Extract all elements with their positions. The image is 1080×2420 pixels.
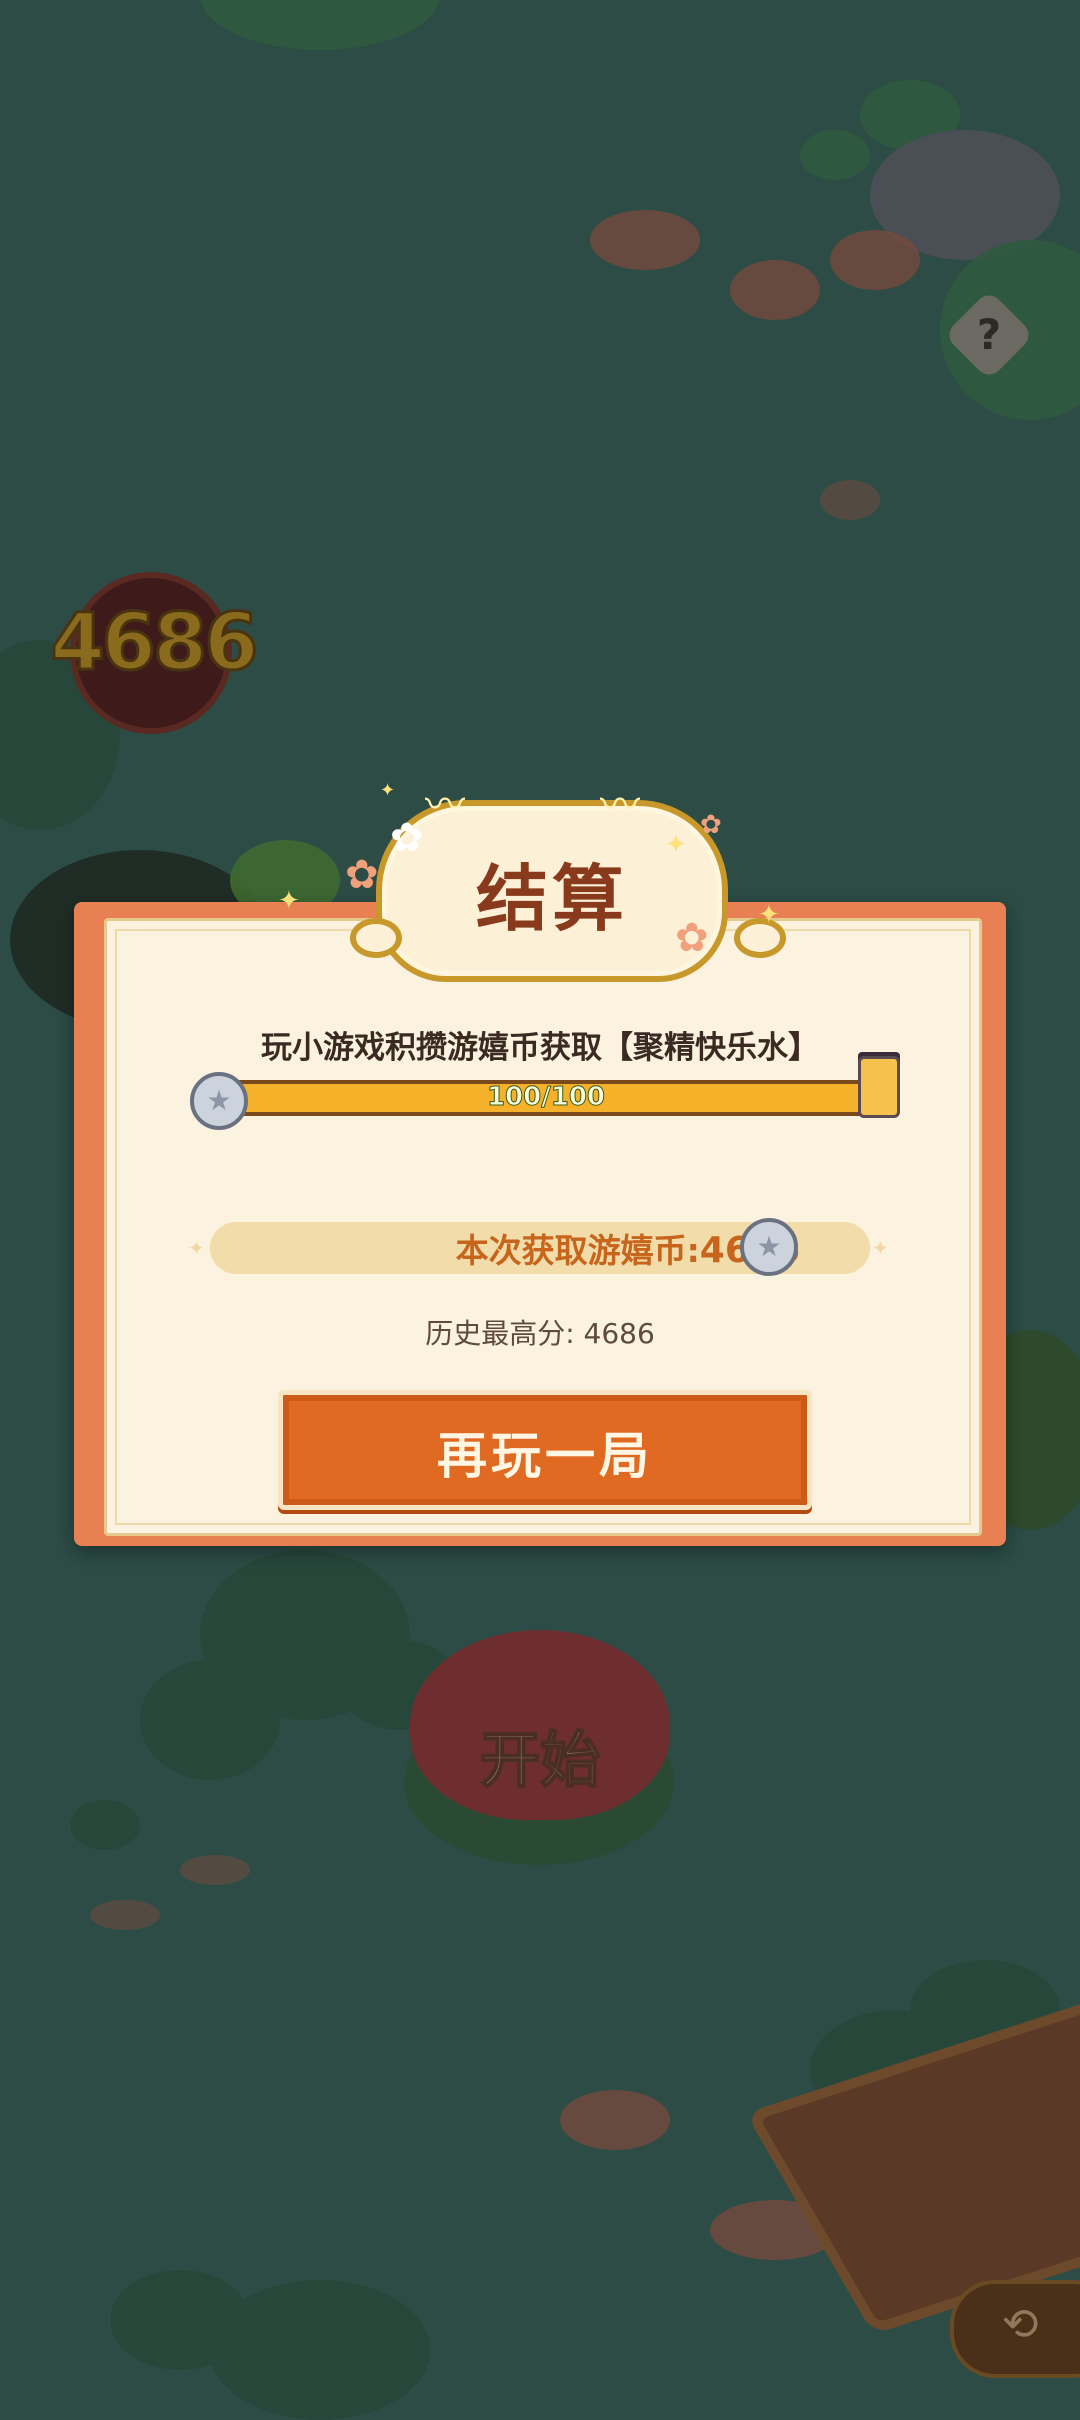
koi-fish [560,2090,670,2150]
diamond-ornament: ✦ [872,1236,889,1260]
sparkle-icon: ✦ [758,900,780,930]
flower-icon: ✿ [345,852,379,898]
lily-pad [210,2280,430,2420]
replay-button-label[interactable]: 再玩一局 [278,1416,812,1488]
question-icon[interactable]: ? [957,303,1021,367]
swallow-icon: 〰 [425,782,465,828]
koi-fish [590,210,700,270]
lily-pad [140,1660,280,1780]
flower-icon: ✿ [390,815,424,861]
diamond-ornament: ✦ [188,1236,205,1260]
lily-pad [70,1800,140,1850]
score-badge-value: 4686 [49,597,260,690]
koi-fish [830,230,920,290]
back-arrow-icon[interactable]: ⟲ [990,2300,1050,2350]
happy-water-jar-icon [858,1056,900,1118]
lily-pad [800,130,870,180]
sparkle-icon: ✦ [665,830,687,860]
silver-coin-icon: ★ [740,1218,798,1276]
earned-coins-text: 本次获取游嬉币:4686 [210,1224,800,1272]
earned-coins-label: 本次获取游嬉币: [455,1231,700,1270]
best-score: 历史最高分: 4686 [425,1317,655,1350]
lily-pad [200,0,440,50]
start-button[interactable]: 开始 [410,1712,670,1799]
flower-icon: ✿ [675,915,709,961]
sparkle-icon: ✦ [278,886,300,916]
koi-fish [820,480,880,520]
flower-icon: ✿ [700,810,722,840]
koi-fish [90,1900,160,1930]
koi-fish [180,1855,250,1885]
task-description: 玩小游戏积攒游嬉币获取【聚精快乐水】 [261,1030,819,1066]
progress-label: 100/100 [486,1082,606,1113]
swallow-icon: 〰 [600,782,640,828]
sparkle-icon: ✦ [380,780,396,801]
koi-fish [730,260,820,320]
silver-coin-icon: ★ [190,1072,248,1130]
